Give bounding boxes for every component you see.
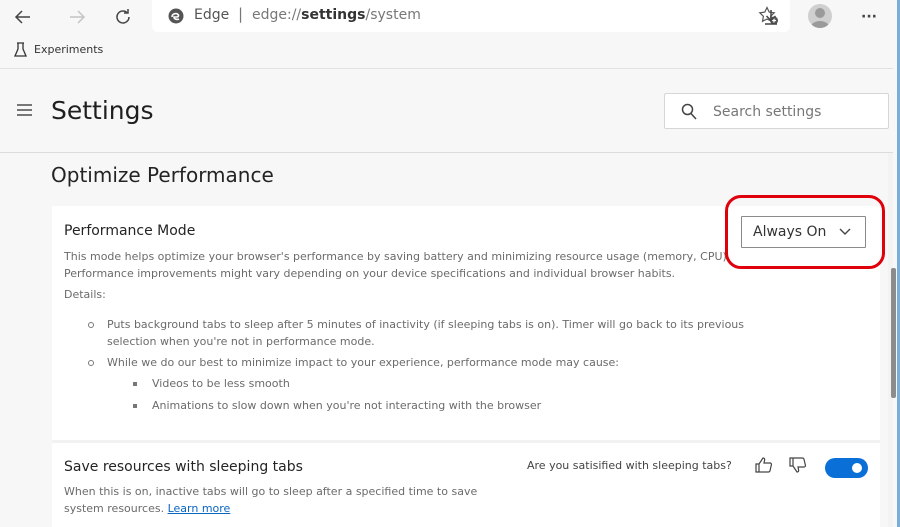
sleeping-tabs-title: Save resources with sleeping tabs (64, 459, 303, 475)
detail-text: While we do our best to minimize impact … (107, 356, 619, 369)
sleeping-tabs-toggle[interactable] (825, 458, 868, 478)
thumbs-up-icon[interactable] (754, 456, 774, 474)
downloads-button[interactable] (758, 4, 784, 30)
back-button[interactable] (10, 4, 36, 30)
thumbs-down-icon[interactable] (788, 456, 808, 474)
sleeping-tabs-description: When this is on, inactive tabs will go t… (64, 483, 504, 517)
favorite-experiments[interactable]: Experiments (14, 42, 103, 57)
url-highlight: settings (301, 7, 366, 23)
person-icon (811, 8, 829, 28)
url-prefix: edge:// (252, 7, 302, 23)
more-menu-button[interactable]: ··· (856, 4, 882, 30)
menu-hamburger-icon[interactable] (17, 104, 32, 116)
performance-mode-description: This mode helps optimize your browser's … (64, 250, 731, 280)
detail-item: While we do our best to minimize impact … (85, 354, 745, 414)
detail-sublist: Videos to be less smooth Animations to s… (107, 375, 745, 414)
url-suffix: /system (365, 7, 421, 23)
edge-logo-icon (168, 8, 184, 24)
forward-button[interactable] (64, 4, 90, 30)
address-url: edge://settings/system (252, 7, 421, 23)
detail-subitem: Animations to slow down when you're not … (130, 397, 745, 414)
page-title: Settings (51, 96, 154, 125)
toggle-knob (852, 463, 862, 473)
flask-icon (14, 42, 27, 57)
profile-avatar[interactable] (808, 4, 832, 28)
divider (0, 68, 893, 69)
performance-mode-dropdown[interactable]: Always On (741, 216, 866, 248)
section-title: Optimize Performance (51, 163, 274, 187)
dropdown-value: Always On (753, 224, 827, 240)
detail-item: Puts background tabs to sleep after 5 mi… (85, 316, 745, 350)
refresh-button[interactable] (110, 4, 136, 30)
chevron-down-icon (839, 228, 851, 235)
favorite-label: Experiments (34, 43, 104, 56)
address-origin: Edge (194, 7, 230, 23)
search-input[interactable] (713, 100, 878, 124)
browser-toolbar: Edge | edge://settings/system ··· (0, 0, 900, 34)
address-bar[interactable]: Edge | edge://settings/system (152, 0, 790, 32)
details-list: Puts background tabs to sleep after 5 mi… (85, 316, 745, 419)
refresh-icon (116, 9, 130, 24)
details-label: Details: (64, 288, 106, 301)
search-icon (681, 103, 697, 120)
address-separator: | (238, 5, 244, 23)
search-settings-field[interactable] (664, 93, 889, 129)
feedback-question: Are you satisified with sleeping tabs? (527, 459, 732, 472)
arrow-left-icon (14, 10, 30, 24)
divider (0, 152, 893, 153)
arrow-right-icon (70, 10, 86, 24)
learn-more-link[interactable]: Learn more (168, 502, 231, 515)
performance-mode-title: Performance Mode (64, 223, 196, 239)
favorites-bar: Experiments (0, 34, 900, 66)
detail-subitem: Videos to be less smooth (130, 375, 745, 392)
detail-text: Puts background tabs to sleep after 5 mi… (107, 318, 744, 348)
download-icon (765, 10, 777, 25)
sleeping-tabs-description-text: When this is on, inactive tabs will go t… (64, 485, 478, 515)
scrollbar-thumb[interactable] (891, 268, 896, 398)
